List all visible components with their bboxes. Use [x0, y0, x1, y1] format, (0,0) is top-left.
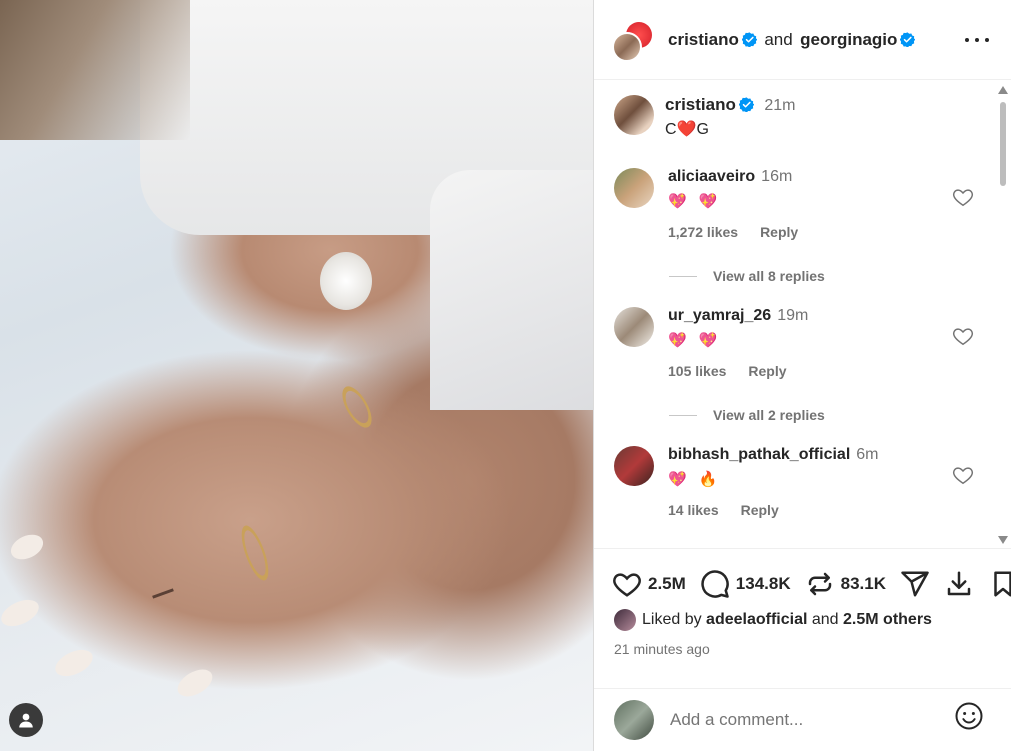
caption-text: C❤️G — [665, 119, 795, 139]
photo-nail — [7, 530, 47, 564]
post-photo[interactable] — [0, 0, 593, 751]
photo-finger-tattoo — [152, 588, 174, 598]
more-icon — [975, 38, 979, 42]
photo-sleeve-left — [0, 0, 190, 140]
replies-divider — [669, 276, 697, 277]
avatar[interactable] — [612, 32, 642, 62]
comment-item: bibhash_pathak_official 6m 💖 🔥 14 likes Re… — [614, 446, 984, 518]
comment-button[interactable]: 134.8K — [700, 569, 791, 599]
heart-icon[interactable] — [952, 325, 974, 347]
download-icon — [944, 569, 974, 599]
photo-wedding-ring-woman — [236, 523, 274, 584]
avatar[interactable] — [614, 95, 654, 135]
scroll-down-arrow[interactable] — [998, 536, 1008, 544]
comment-likes[interactable]: 105 likes — [668, 363, 726, 379]
liked-by-prefix: Liked by — [642, 611, 702, 629]
photo-nail — [173, 664, 217, 702]
author-avatars[interactable] — [612, 20, 652, 60]
scroll-thumb[interactable] — [1000, 102, 1006, 186]
like-button[interactable]: 2.5M — [612, 569, 686, 599]
avatar[interactable] — [614, 168, 654, 208]
caption-username[interactable]: cristiano — [665, 95, 736, 114]
replies-divider — [669, 415, 697, 416]
reposts-count[interactable]: 83.1K — [841, 574, 886, 594]
view-replies-button[interactable]: View all 2 replies — [669, 407, 825, 423]
comment-text: 💖 💖 — [668, 192, 798, 210]
post-actions: 2.5M 134.8K 83.1K Liked by adeelaoffic — [594, 548, 1011, 688]
reply-button[interactable]: Reply — [760, 224, 798, 240]
heart-icon[interactable] — [952, 464, 974, 486]
repost-icon — [805, 569, 835, 599]
verified-icon — [900, 32, 915, 47]
photo-nail — [51, 645, 97, 682]
download-button[interactable] — [944, 569, 974, 599]
comment-username[interactable]: aliciaaveiro — [668, 168, 755, 185]
comment-text: 💖 🔥 — [668, 470, 879, 488]
avatar[interactable] — [614, 307, 654, 347]
heart-icon[interactable] — [952, 186, 974, 208]
comment-time[interactable]: 16m — [761, 168, 792, 185]
view-replies-label: View all 2 replies — [713, 407, 825, 423]
comment-likes[interactable]: 14 likes — [668, 502, 719, 518]
repost-button[interactable]: 83.1K — [805, 569, 886, 599]
view-replies-button[interactable]: View all 8 replies — [669, 268, 825, 284]
post-caption: cristiano 21m C❤️G — [614, 95, 795, 139]
comments-count[interactable]: 134.8K — [736, 574, 791, 594]
post-side-panel: cristiano and georginagio cristiano 21m … — [593, 0, 1011, 751]
comment-username[interactable]: bibhash_pathak_official — [668, 446, 850, 463]
user-tag-button[interactable] — [9, 703, 43, 737]
comments-scrollbar[interactable] — [998, 84, 1008, 546]
comment-input[interactable] — [670, 710, 930, 730]
reply-button[interactable]: Reply — [748, 363, 786, 379]
view-replies-label: View all 8 replies — [713, 268, 825, 284]
emoji-icon[interactable] — [954, 701, 984, 731]
coauthor-username[interactable]: georginagio — [800, 30, 897, 49]
photo-engagement-ring — [320, 252, 372, 310]
avatar[interactable] — [614, 609, 636, 631]
caption-time[interactable]: 21m — [764, 97, 795, 114]
author-username[interactable]: cristiano — [668, 30, 739, 49]
verified-icon — [742, 32, 757, 47]
liked-by-connector: and — [812, 611, 839, 629]
comment-text: 💖 💖 — [668, 331, 808, 349]
bookmark-icon — [988, 569, 1011, 599]
more-icon — [985, 38, 989, 42]
comment-username[interactable]: ur_yamraj_26 — [668, 307, 771, 324]
avatar — [614, 700, 654, 740]
comment-time[interactable]: 6m — [856, 446, 878, 463]
photo-nail — [0, 595, 43, 632]
liked-by-user[interactable]: adeelaofficial — [706, 611, 807, 629]
comment-time[interactable]: 19m — [777, 307, 808, 324]
photo-wedding-ring-man — [337, 382, 378, 432]
post-header: cristiano and georginagio — [594, 0, 1011, 80]
avatar[interactable] — [614, 446, 654, 486]
author-line: cristiano and georginagio — [668, 30, 915, 50]
heart-icon — [612, 569, 642, 599]
save-button[interactable] — [988, 569, 1011, 599]
add-comment-bar — [594, 688, 1011, 751]
comments-list[interactable]: cristiano 21m C❤️G aliciaaveiro 16m 💖 💖 1… — [594, 81, 1011, 548]
more-options-button[interactable] — [965, 30, 989, 50]
comment-icon — [700, 569, 730, 599]
comment-item: aliciaaveiro 16m 💖 💖 1,272 likes Reply — [614, 168, 984, 240]
photo-sleeve-right — [430, 170, 593, 410]
comment-item: ur_yamraj_26 19m 💖 💖 105 likes Reply — [614, 307, 984, 379]
author-connector: and — [764, 30, 792, 49]
action-bar: 2.5M 134.8K 83.1K — [612, 569, 1011, 599]
user-tag-icon — [17, 711, 35, 729]
comment-likes[interactable]: 1,272 likes — [668, 224, 738, 240]
reply-button[interactable]: Reply — [741, 502, 779, 518]
share-icon — [900, 569, 930, 599]
verified-icon — [739, 97, 754, 112]
post-timestamp[interactable]: 21 minutes ago — [614, 641, 710, 657]
more-icon — [965, 38, 969, 42]
liked-by-others[interactable]: 2.5M others — [843, 611, 932, 629]
likes-count[interactable]: 2.5M — [648, 574, 686, 594]
liked-by: Liked by adeelaofficial and 2.5M others — [614, 609, 932, 631]
scroll-up-arrow[interactable] — [998, 86, 1008, 94]
share-button[interactable] — [900, 569, 930, 599]
